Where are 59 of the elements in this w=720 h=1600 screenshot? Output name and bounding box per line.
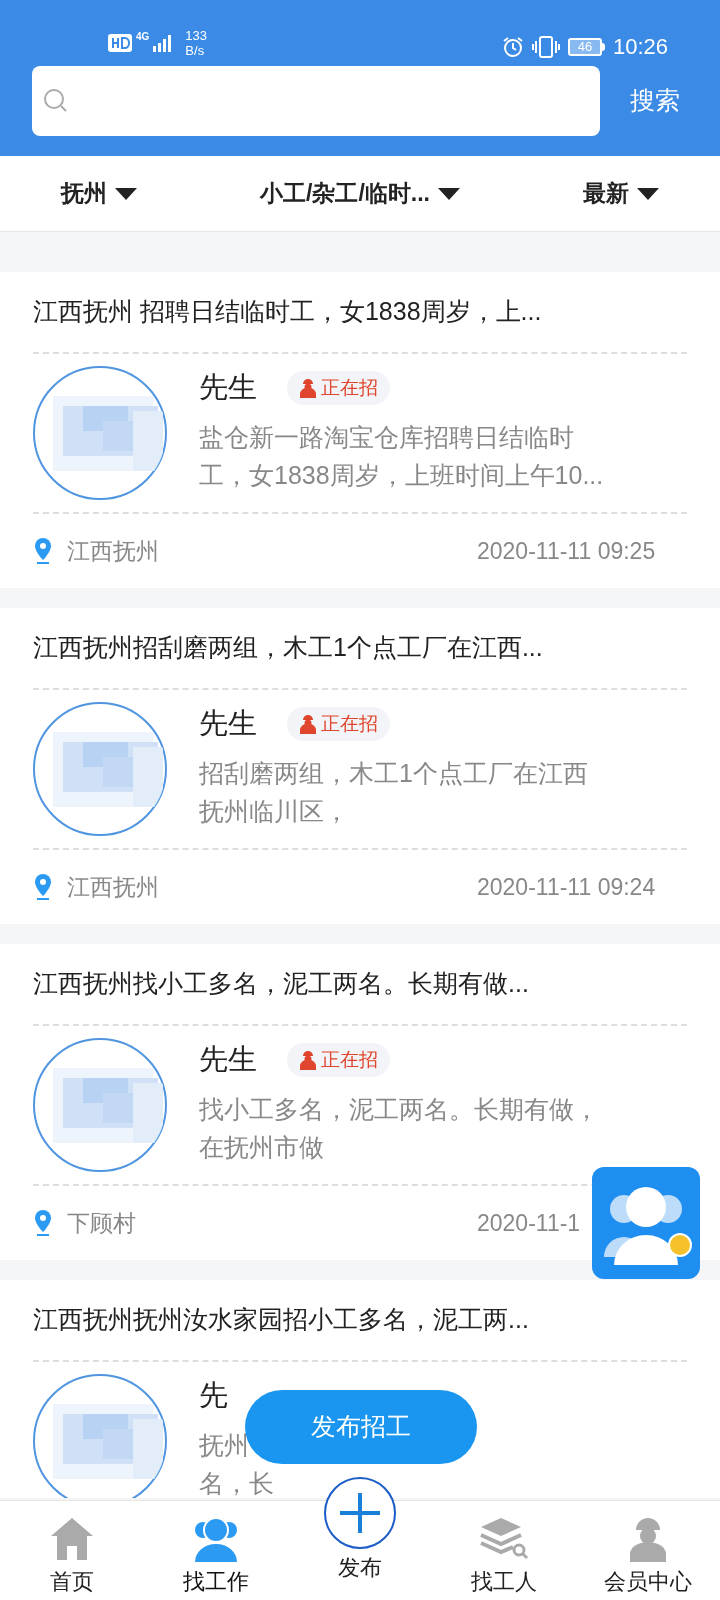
alarm-icon	[501, 36, 524, 58]
nav-tab[interactable]: 找工作	[144, 1500, 288, 1600]
job-description: 在抚州市做	[199, 1132, 325, 1163]
location-pin-icon	[33, 537, 53, 565]
home-icon	[49, 1516, 95, 1562]
worker-icon	[628, 1516, 668, 1562]
post-date: 2020-11-11 09:25	[477, 536, 657, 566]
job-card[interactable]: 江西抚州 招聘日结临时工，女1838周岁，上... 先生 正在招 盐仓新一路淘宝仓库招聘日结临时 工，女1838周岁，上班时间上午10... 江西抚州 2020-11-11 09:25	[0, 272, 720, 588]
poster-name: 先	[199, 1378, 228, 1414]
nav-tab[interactable]: 会员中心	[576, 1500, 720, 1600]
poster-name: 先生	[199, 706, 257, 742]
job-title: 江西抚州招刮磨两组，木工1个点工厂在江西...	[33, 632, 544, 664]
job-title: 江西抚州抚州汝水家园招小工多名，泥工两...	[33, 1304, 530, 1336]
worker-icon	[299, 1050, 317, 1070]
status-tag: 正在招	[287, 707, 390, 741]
search-button[interactable]: 搜索	[630, 82, 680, 120]
caret-icon	[636, 187, 659, 200]
battery-tip	[601, 43, 605, 51]
network-label: 4G	[136, 32, 150, 42]
filter-dropdown[interactable]: 抚州	[61, 176, 138, 211]
post-date: 2020-11-11 09:24	[477, 872, 657, 902]
job-title: 江西抚州找小工多名，泥工两名。长期有做...	[33, 968, 530, 1000]
status-tag: 正在招	[287, 371, 390, 405]
job-description: 找小工多名，泥工两名。长期有做，	[199, 1094, 599, 1125]
filter-dropdown[interactable]: 最新	[582, 176, 659, 211]
post-date: 2020-11-1	[477, 1208, 582, 1238]
poster-name: 先生	[199, 1042, 257, 1078]
job-description: 盐仓新一路淘宝仓库招聘日结临时	[199, 422, 575, 453]
job-description: 工，女1838周岁，上班时间上午10...	[199, 460, 604, 491]
job-card[interactable]: 江西抚州招刮磨两组，木工1个点工厂在江西... 先生 正在招 招刮磨两组，木工1个点工厂在江西 抚州临川区， 江西抚州 2020-11-11 09:24	[0, 608, 720, 924]
filter-dropdown[interactable]: 小工/杂工/临时...	[260, 176, 460, 211]
vibrate-icon	[531, 36, 560, 58]
search-field[interactable]	[32, 66, 600, 136]
location-text: 下顾村	[67, 1208, 136, 1238]
battery-level: 46	[567, 38, 602, 56]
speed-unit: B/s	[185, 43, 206, 58]
clock-time: 10:26	[612, 36, 668, 58]
job-title: 江西抚州 招聘日结临时工，女1838周岁，上...	[33, 296, 543, 328]
signal-icon	[153, 34, 174, 52]
job-description: 名，长	[199, 1468, 274, 1498]
location-pin-icon	[33, 1209, 53, 1237]
job-card[interactable]: 江西抚州找小工多名，泥工两名。长期有做... 先生 正在招 找小工多名，泥工两名。长期有做， 在抚州市做 下顾村 2020-11-1	[0, 944, 720, 1260]
caret-icon	[115, 187, 138, 200]
nav-tab[interactable]: 找工人	[432, 1500, 576, 1600]
poster-name: 先生	[199, 370, 257, 406]
caret-icon	[437, 187, 460, 200]
worker-icon	[299, 714, 317, 734]
location-pin-icon	[33, 873, 53, 901]
stack-search-icon	[479, 1516, 529, 1562]
speed-value: 133	[185, 28, 208, 43]
status-tag: 正在招	[287, 1043, 390, 1077]
nav-tab[interactable]: 首页	[0, 1500, 144, 1600]
location-text: 江西抚州	[67, 536, 159, 566]
location-text: 江西抚州	[67, 872, 159, 902]
job-description: 招刮磨两组，木工1个点工厂在江西	[199, 758, 588, 789]
hd-icon	[108, 34, 132, 52]
job-description: 抚州临川区，	[199, 796, 350, 827]
floating-people-icon[interactable]	[592, 1167, 700, 1279]
worker-icon	[299, 378, 317, 398]
